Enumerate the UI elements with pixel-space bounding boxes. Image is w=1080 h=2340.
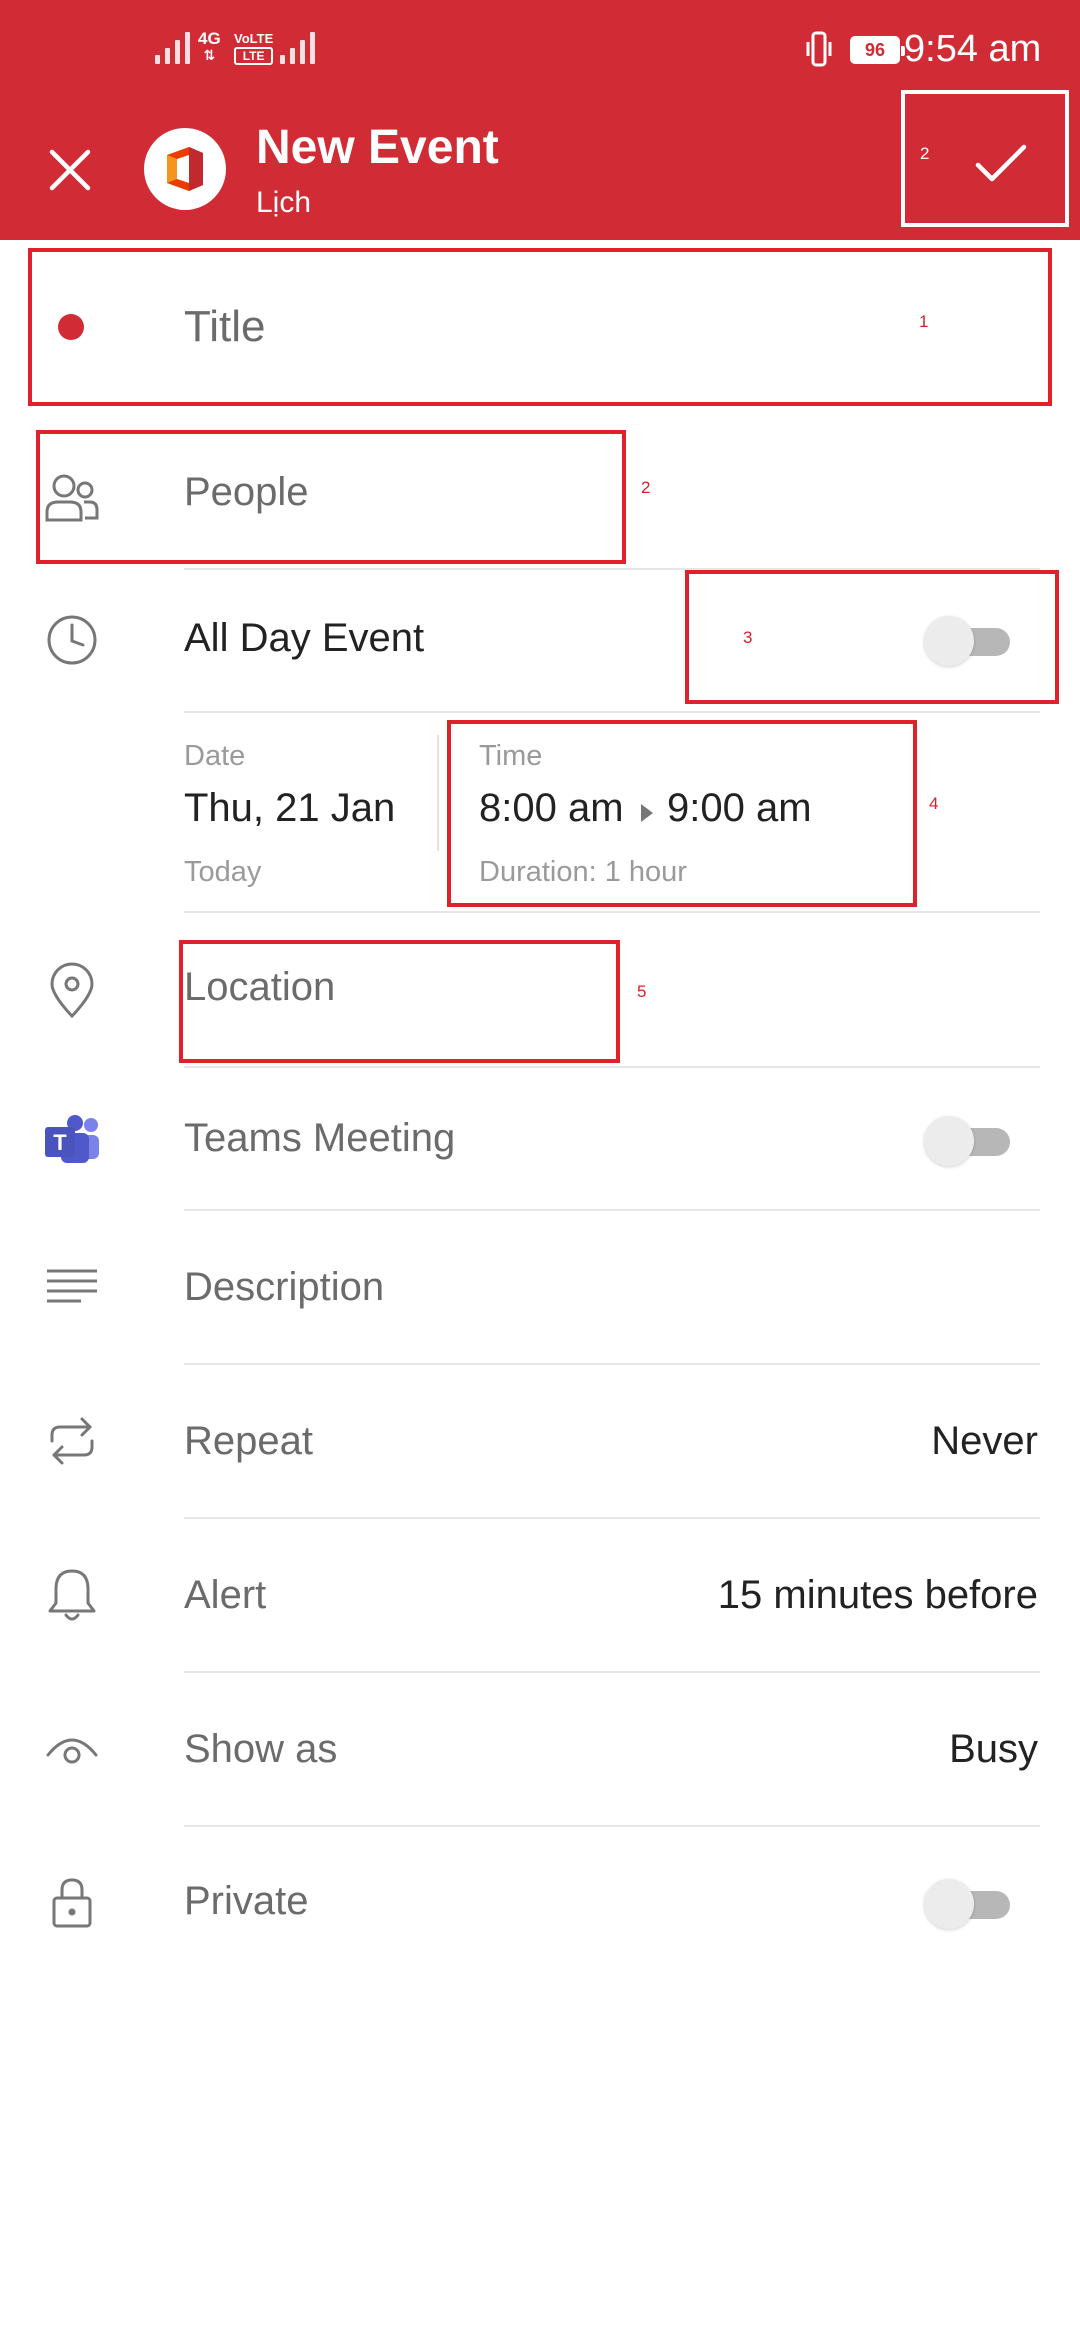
calendar-name: Lịch bbox=[256, 186, 312, 219]
teams-icon: T bbox=[40, 1108, 104, 1172]
time-picker[interactable]: Time 8:00 am 9:00 am Duration: 1 hour bbox=[479, 730, 909, 900]
all-day-toggle[interactable] bbox=[924, 616, 1010, 666]
annotation-label-2: 2 bbox=[641, 478, 651, 497]
date-time-separator bbox=[437, 735, 439, 851]
all-day-row[interactable]: All Day Event bbox=[0, 570, 1080, 712]
description-input[interactable]: Description bbox=[184, 1265, 384, 1310]
all-day-label: All Day Event bbox=[184, 616, 425, 660]
private-label: Private bbox=[184, 1879, 309, 1923]
location-pin-icon bbox=[40, 959, 104, 1023]
close-button[interactable] bbox=[40, 140, 100, 200]
description-row[interactable]: Description bbox=[0, 1211, 1080, 1363]
status-time: 9:54 am bbox=[904, 28, 1042, 70]
repeat-value: Never bbox=[931, 1419, 1038, 1463]
annotation-label-4: 4 bbox=[929, 794, 939, 813]
title-row[interactable]: Title bbox=[0, 240, 1080, 410]
show-as-value: Busy bbox=[949, 1727, 1038, 1771]
people-row[interactable]: People bbox=[0, 430, 1080, 570]
teams-label: Teams Meeting bbox=[184, 1116, 456, 1160]
lock-icon bbox=[40, 1871, 104, 1935]
time-label: Time bbox=[479, 740, 543, 772]
annotation-label-1: 1 bbox=[919, 312, 929, 331]
signal-icon-2 bbox=[280, 28, 315, 64]
date-label: Date bbox=[184, 740, 246, 772]
alert-row[interactable]: Alert 15 minutes before bbox=[0, 1519, 1080, 1671]
network-volte-label: VoLTE LTE bbox=[234, 31, 274, 65]
calendar-color-dot bbox=[58, 314, 84, 340]
signal-icon bbox=[155, 28, 190, 64]
bell-icon bbox=[40, 1563, 104, 1627]
page-title: New Event bbox=[256, 121, 499, 174]
arrow-right-icon bbox=[641, 804, 653, 822]
annotation-label-3: 3 bbox=[743, 628, 753, 647]
date-picker[interactable]: Date Thu, 21 Jan Today bbox=[184, 730, 434, 900]
check-icon bbox=[975, 144, 1027, 182]
status-bar: 4G ⇅ VoLTE LTE 96 9:54 am bbox=[0, 0, 1080, 100]
people-icon bbox=[40, 466, 104, 530]
description-icon bbox=[40, 1255, 104, 1319]
alert-label: Alert bbox=[184, 1573, 267, 1617]
repeat-label: Repeat bbox=[184, 1419, 313, 1463]
location-input[interactable]: Location bbox=[184, 965, 335, 1010]
eye-icon bbox=[40, 1717, 104, 1781]
time-start: 8:00 am bbox=[479, 786, 624, 830]
svg-text:T: T bbox=[53, 1130, 67, 1155]
close-icon bbox=[49, 149, 91, 191]
people-input[interactable]: People bbox=[184, 470, 309, 515]
teams-toggle[interactable] bbox=[924, 1116, 1010, 1166]
date-sub: Today bbox=[184, 856, 262, 888]
show-as-row[interactable]: Show as Busy bbox=[0, 1673, 1080, 1825]
clock-icon bbox=[40, 608, 104, 672]
alert-value: 15 minutes before bbox=[717, 1573, 1038, 1617]
location-row[interactable]: Location bbox=[0, 913, 1080, 1067]
teams-row[interactable]: T Teams Meeting bbox=[0, 1068, 1080, 1210]
private-toggle[interactable] bbox=[924, 1879, 1010, 1929]
duration-label: Duration: 1 hour bbox=[479, 856, 687, 888]
office-logo-icon bbox=[144, 128, 226, 210]
network-4g-label: 4G ⇅ bbox=[198, 29, 221, 63]
private-row[interactable]: Private bbox=[0, 1827, 1080, 1977]
vibrate-icon bbox=[806, 31, 832, 67]
title-input[interactable]: Title bbox=[184, 302, 266, 352]
battery-indicator: 96 bbox=[850, 36, 905, 64]
app-header: 4G ⇅ VoLTE LTE 96 9:54 am New Event Lịch bbox=[0, 0, 1080, 240]
repeat-row[interactable]: Repeat Never bbox=[0, 1365, 1080, 1517]
show-as-label: Show as bbox=[184, 1727, 338, 1771]
annotation-label-5: 5 bbox=[637, 982, 647, 1001]
date-value: Thu, 21 Jan bbox=[184, 786, 396, 830]
annotation-label-save: 2 bbox=[920, 144, 930, 163]
time-end: 9:00 am bbox=[667, 786, 812, 830]
repeat-icon bbox=[40, 1409, 104, 1473]
